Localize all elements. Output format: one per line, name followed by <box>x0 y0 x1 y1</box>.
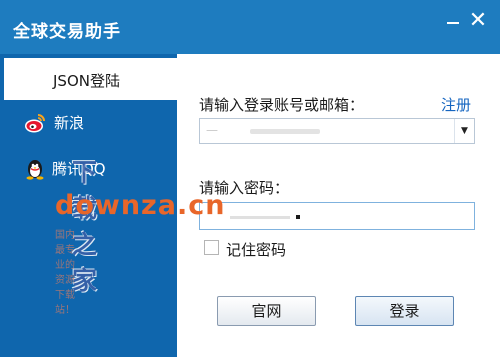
account-combobox[interactable]: — ▼ <box>199 118 475 144</box>
sidebar-item-json-login[interactable]: JSON登陆 <box>4 58 177 100</box>
chevron-down-icon[interactable]: ▼ <box>454 119 474 143</box>
title-bar[interactable]: 全球交易助手 ✕ <box>0 0 500 54</box>
sidebar-item-label: 新浪 <box>54 114 85 132</box>
login-method-sidebar: JSON登陆 新浪 腾讯QQ <box>0 54 177 357</box>
register-link[interactable]: 注册 <box>441 94 471 115</box>
sidebar-item-sina[interactable]: 新浪 <box>0 100 177 146</box>
official-site-button[interactable]: 官网 <box>217 296 316 326</box>
login-window: 全球交易助手 ✕ JSON登陆 新浪 腾讯QQ 请输入登录账号或邮箱： 注册 —… <box>0 0 500 357</box>
sina-weibo-icon <box>25 114 45 133</box>
remember-password-checkbox[interactable] <box>204 240 219 255</box>
masked-account-text <box>250 129 320 134</box>
login-button[interactable]: 登录 <box>355 296 454 326</box>
sidebar-item-label: JSON登陆 <box>53 72 120 90</box>
minimize-icon[interactable] <box>442 10 464 32</box>
remember-password-label[interactable]: 记住密码 <box>226 239 286 260</box>
close-icon[interactable]: ✕ <box>467 10 489 32</box>
login-form: 请输入登录账号或邮箱： 注册 — ▼ 请输入密码： 记住密码 官网 登录 <box>177 54 500 357</box>
account-value: — <box>206 123 218 137</box>
password-input[interactable] <box>199 202 475 230</box>
qq-penguin-icon <box>26 160 44 180</box>
sidebar-item-qq[interactable]: 腾讯QQ <box>0 146 177 192</box>
masked-password-text <box>230 216 290 219</box>
sidebar-item-label: 腾讯QQ <box>52 160 106 178</box>
text-caret <box>296 215 300 219</box>
password-label: 请输入密码： <box>199 179 290 197</box>
window-title: 全球交易助手 <box>13 22 121 42</box>
account-label: 请输入登录账号或邮箱： <box>199 96 365 114</box>
